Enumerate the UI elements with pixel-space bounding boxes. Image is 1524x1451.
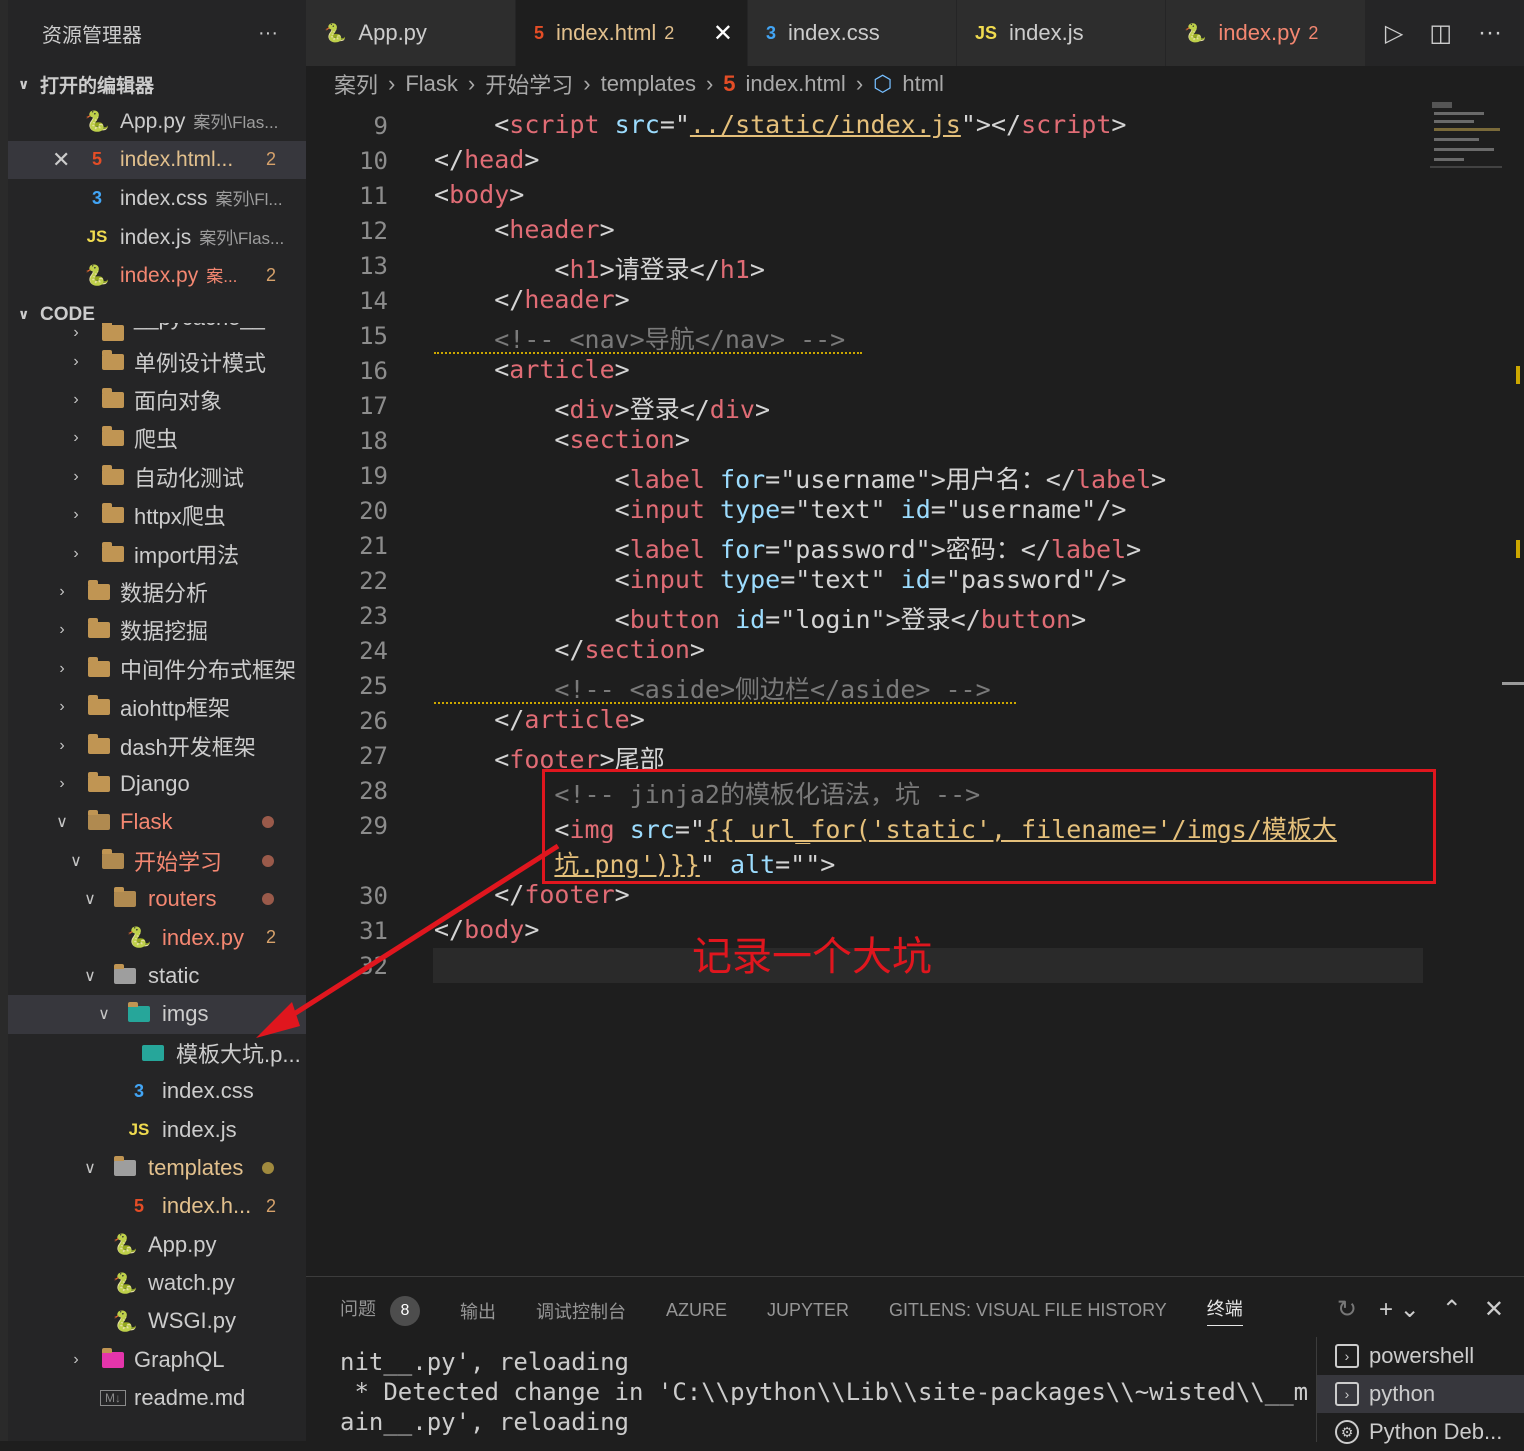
terminal-list: › powershell › python ⚙ Python Deb... — [1316, 1337, 1524, 1444]
terminal-icon: › — [1335, 1344, 1359, 1368]
tab-gitlens[interactable]: GITLENS: VISUAL FILE HISTORY — [889, 1300, 1167, 1321]
close-icon[interactable]: ✕ — [1484, 1295, 1504, 1324]
terminal-item[interactable]: ⚙ Python Deb... — [1317, 1413, 1524, 1451]
tab-problems[interactable]: 问题 8 — [340, 1295, 420, 1326]
tab-azure[interactable]: AZURE — [666, 1300, 727, 1321]
tab-jupyter[interactable]: JUPYTER — [767, 1300, 849, 1321]
terminal-label: powershell — [1369, 1343, 1475, 1368]
bottom-panel: 问题 8 输出 调试控制台 AZURE JUPYTER GITLENS: VISU… — [306, 1276, 1524, 1444]
terminal-item[interactable]: › powershell — [1317, 1337, 1524, 1375]
maximize-panel-icon[interactable]: ⌃ — [1442, 1295, 1462, 1324]
terminal-icon: › — [1335, 1382, 1359, 1406]
terminal-item-active[interactable]: › python — [1317, 1375, 1524, 1413]
tab-terminal[interactable]: 终端 — [1206, 1295, 1243, 1326]
panel-actions: ↻ + ⌄ ⌃ ✕ — [1337, 1295, 1504, 1324]
terminal-line: nit__.py', reloading — [340, 1348, 629, 1376]
terminal-label: Python Deb... — [1369, 1419, 1503, 1444]
tab-output[interactable]: 输出 — [460, 1298, 496, 1324]
refresh-icon[interactable]: ↻ — [1337, 1295, 1357, 1324]
problems-badge: 8 — [390, 1296, 420, 1326]
terminal-line: * Detected change in 'C:\\python\\Lib\\s… — [340, 1378, 1309, 1406]
add-terminal-icon[interactable]: + ⌄ — [1379, 1295, 1420, 1324]
terminal-label: python — [1369, 1381, 1436, 1406]
debug-icon: ⚙ — [1335, 1420, 1359, 1444]
panel-tabs: 问题 8 输出 调试控制台 AZURE JUPYTER GITLENS: VISU… — [340, 1295, 1243, 1326]
tab-debug-console[interactable]: 调试控制台 — [536, 1298, 626, 1324]
terminal-output[interactable]: nit__.py', reloading * Detected change i… — [340, 1347, 1308, 1437]
terminal-line: ain__.py', reloading — [340, 1408, 629, 1436]
annotation-arrow — [256, 843, 560, 1038]
